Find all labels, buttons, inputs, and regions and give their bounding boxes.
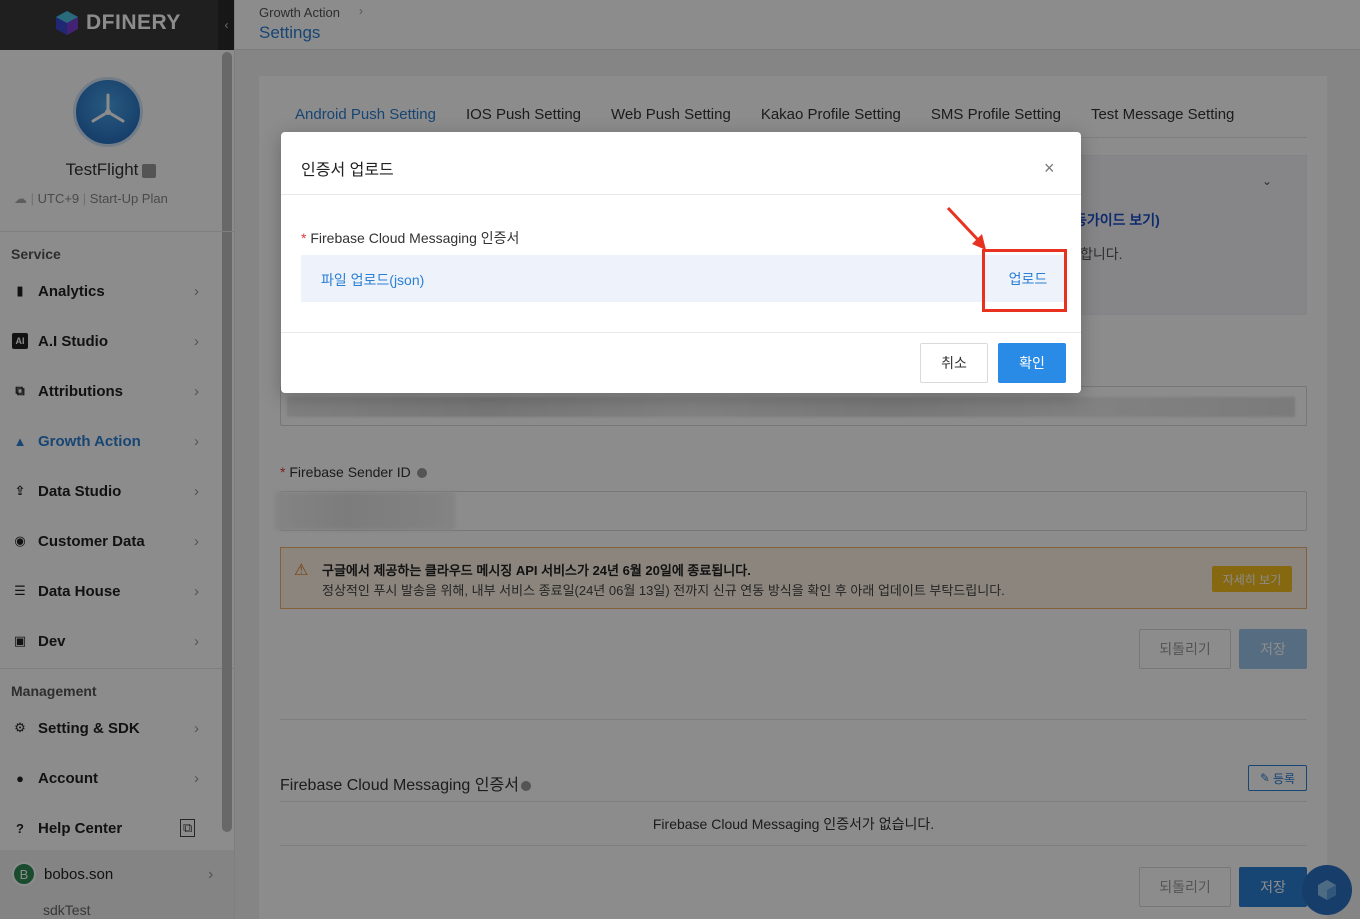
cancel-button[interactable]: 취소 — [920, 343, 988, 383]
certificate-upload-modal: 인증서 업로드 × * Firebase Cloud Messaging 인증서… — [281, 132, 1081, 393]
required-mark: * — [301, 230, 311, 246]
modal-divider — [281, 332, 1081, 333]
file-upload-placeholder[interactable]: 파일 업로드(json) — [321, 270, 424, 290]
modal-title: 인증서 업로드 — [301, 162, 394, 179]
fcm-field-label-text: Firebase Cloud Messaging 인증서 — [310, 230, 520, 246]
file-upload-row[interactable]: 파일 업로드(json) 업로드 — [301, 255, 1066, 302]
highlight-arrow-icon — [946, 206, 986, 250]
modal-divider — [281, 194, 1081, 195]
confirm-button[interactable]: 확인 — [998, 343, 1066, 383]
fcm-field-label: * Firebase Cloud Messaging 인증서 — [301, 228, 519, 248]
close-icon[interactable]: × — [1044, 158, 1055, 179]
